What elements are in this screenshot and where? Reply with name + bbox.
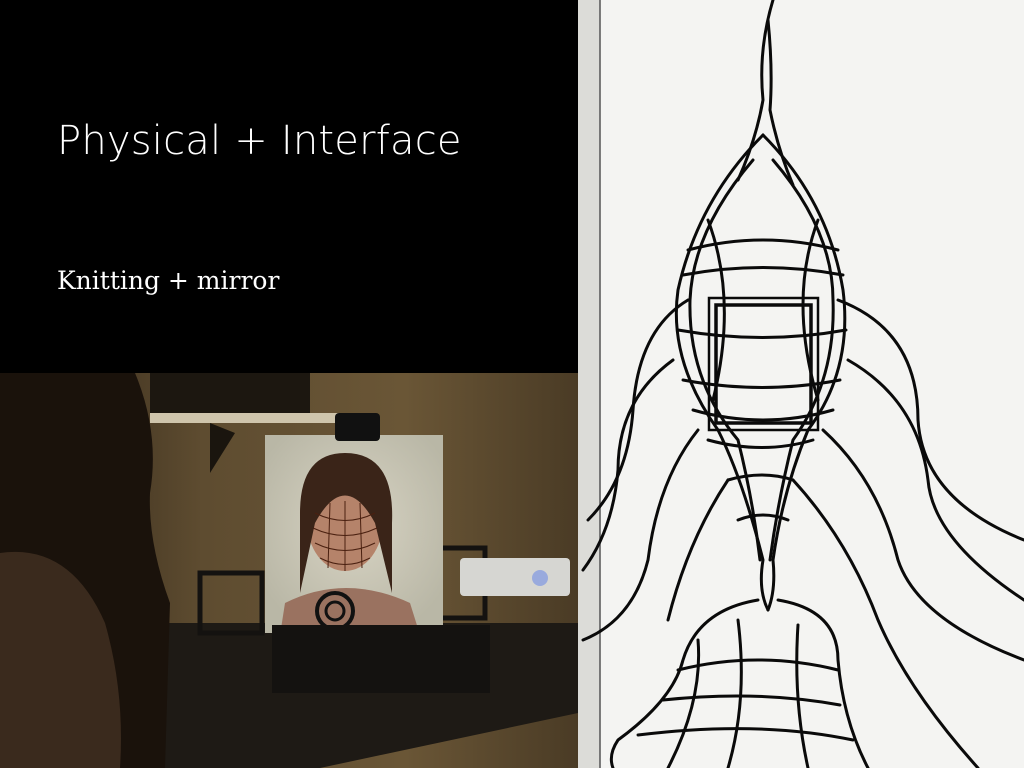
projector [460,558,570,596]
projector-lens-icon [532,570,548,586]
slide-title: Physical + Interface [57,118,462,164]
sketch-knitted-mirror [578,0,1024,768]
shelf-items [150,373,310,413]
notebook-spine [578,0,600,768]
slide: Physical + Interface Knitting + mirror [0,0,1024,768]
wall-shelf [150,413,350,423]
webcam-icon [335,413,380,441]
sketch-paper [578,0,1024,768]
photo-illustration [0,373,578,768]
photo-knitting-mirror [0,373,578,768]
slide-subtitle: Knitting + mirror [57,266,280,295]
sketch-illustration [578,0,1024,768]
device-base [272,625,490,693]
